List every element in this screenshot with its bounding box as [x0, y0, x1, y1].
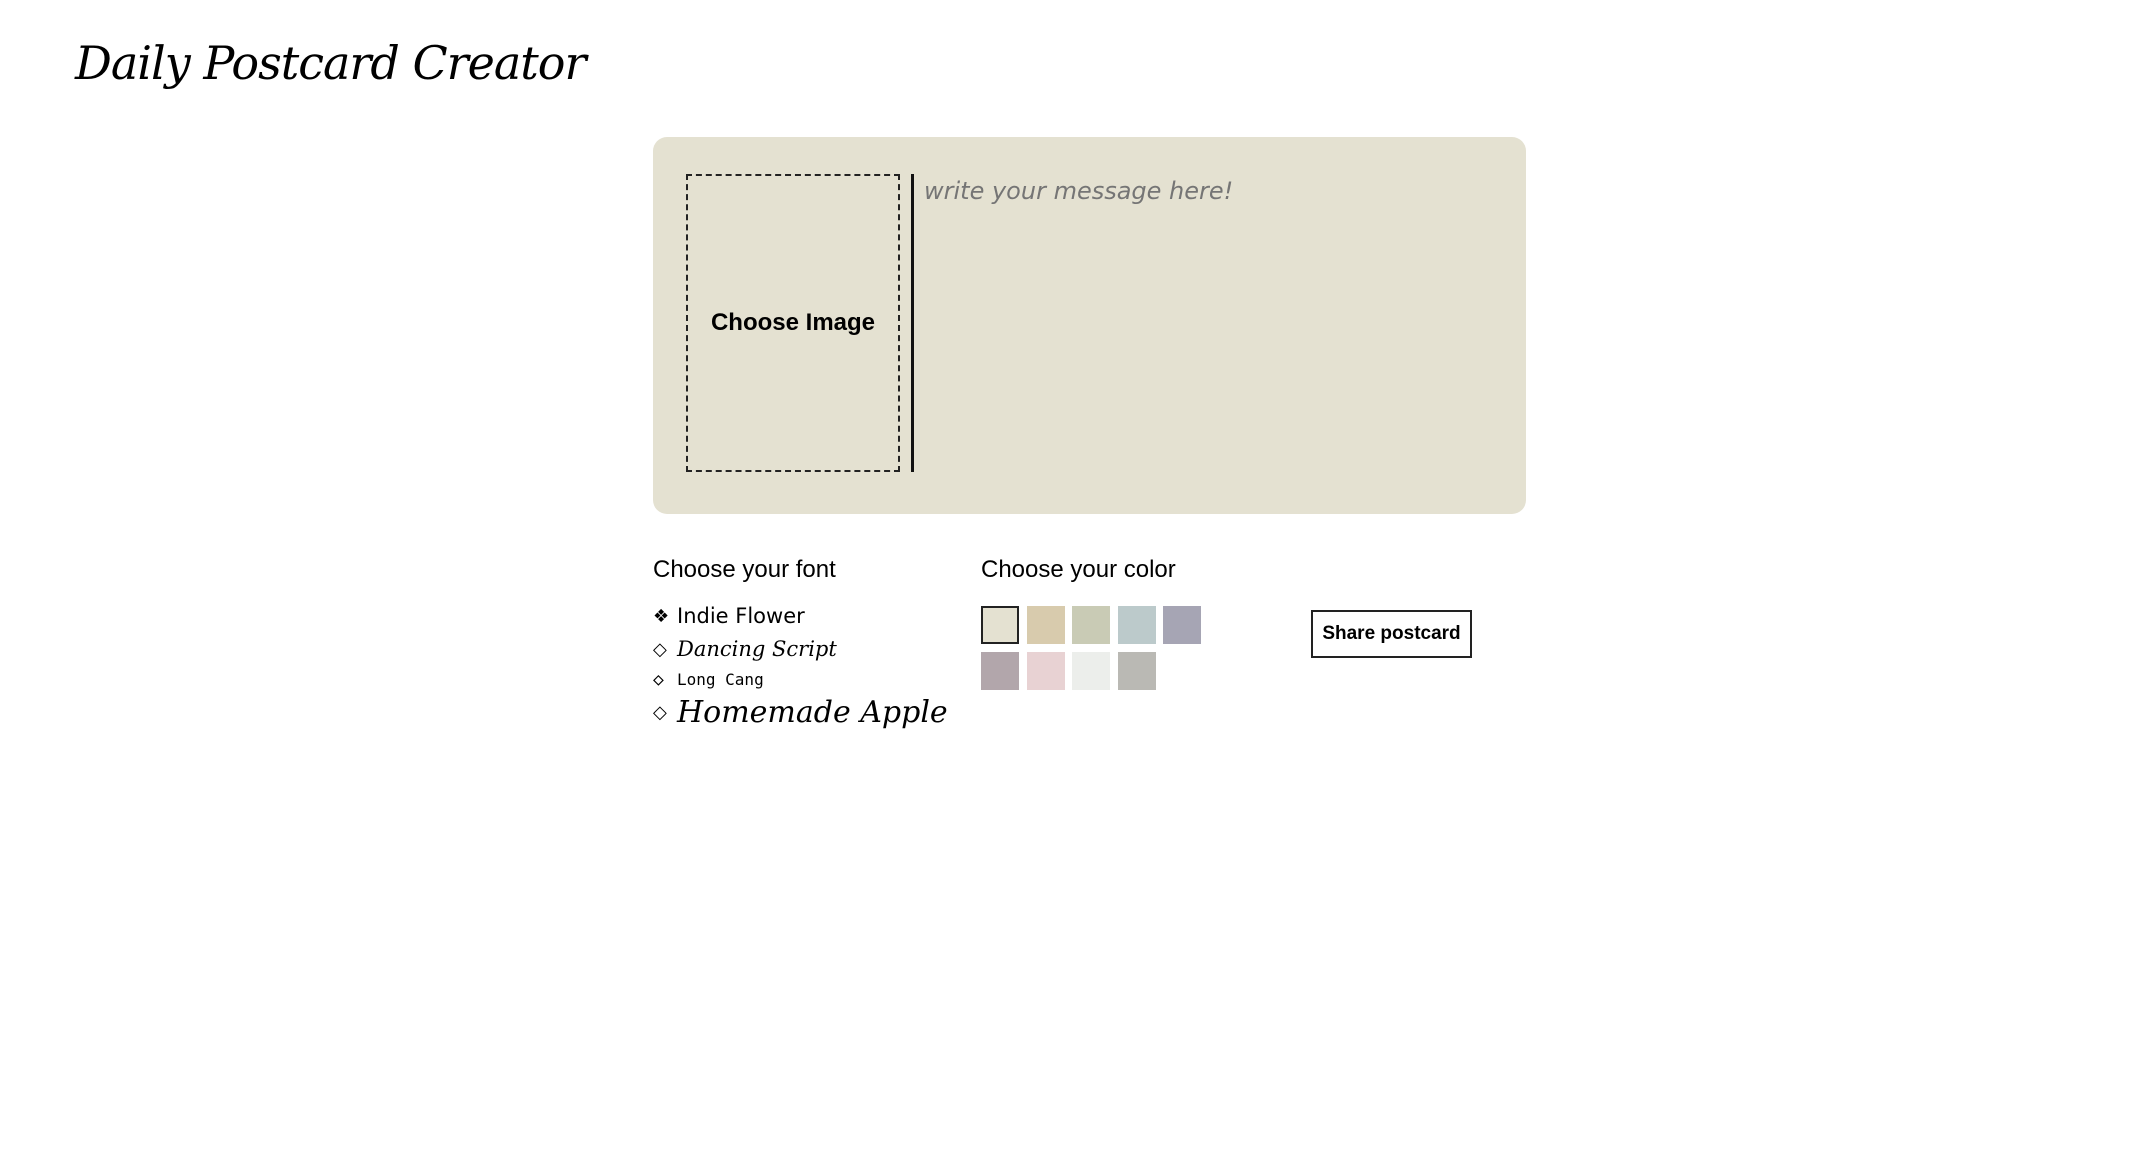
- color-swatch[interactable]: [1072, 651, 1110, 690]
- color-swatch[interactable]: [1026, 651, 1065, 690]
- color-swatch[interactable]: [1117, 606, 1156, 644]
- color-heading: Choose your color: [981, 556, 1176, 583]
- color-swatch[interactable]: [1163, 606, 1201, 644]
- postcard: Choose Image: [653, 137, 1526, 514]
- message-input[interactable]: [924, 177, 1504, 467]
- color-swatch[interactable]: [981, 606, 1019, 644]
- font-option-homemade-apple[interactable]: ◇ Homemade Apple: [653, 694, 948, 732]
- diamond-icon: ◇: [653, 669, 664, 690]
- font-list: ❖ Indie Flower ◇ Dancing Script ◇ Long Cang…: [653, 600, 948, 732]
- color-swatch[interactable]: [1072, 606, 1110, 644]
- color-swatch[interactable]: [1026, 606, 1065, 644]
- font-label: Dancing Script: [677, 637, 837, 661]
- diamond-icon: ◇: [653, 702, 667, 723]
- font-label: Homemade Apple: [677, 695, 948, 730]
- font-label: Long Cang: [677, 670, 764, 689]
- color-swatch[interactable]: [981, 651, 1019, 690]
- selected-diamond-icon: ❖: [653, 605, 670, 627]
- choose-image-label: Choose Image: [710, 309, 876, 336]
- font-option-dancing-script[interactable]: ◇ Dancing Script: [653, 633, 948, 666]
- color-swatch[interactable]: [1117, 651, 1156, 690]
- app-title: Daily Postcard Creator: [75, 36, 586, 90]
- diamond-icon: ◇: [653, 638, 667, 660]
- choose-image-button[interactable]: Choose Image: [686, 174, 900, 472]
- font-option-indie-flower[interactable]: ❖ Indie Flower: [653, 600, 948, 633]
- font-heading: Choose your font: [653, 556, 836, 583]
- share-postcard-button[interactable]: Share postcard: [1311, 610, 1472, 658]
- postcard-divider: [911, 174, 914, 472]
- font-label: Indie Flower: [677, 604, 805, 628]
- font-option-long-cang[interactable]: ◇ Long Cang: [653, 666, 948, 694]
